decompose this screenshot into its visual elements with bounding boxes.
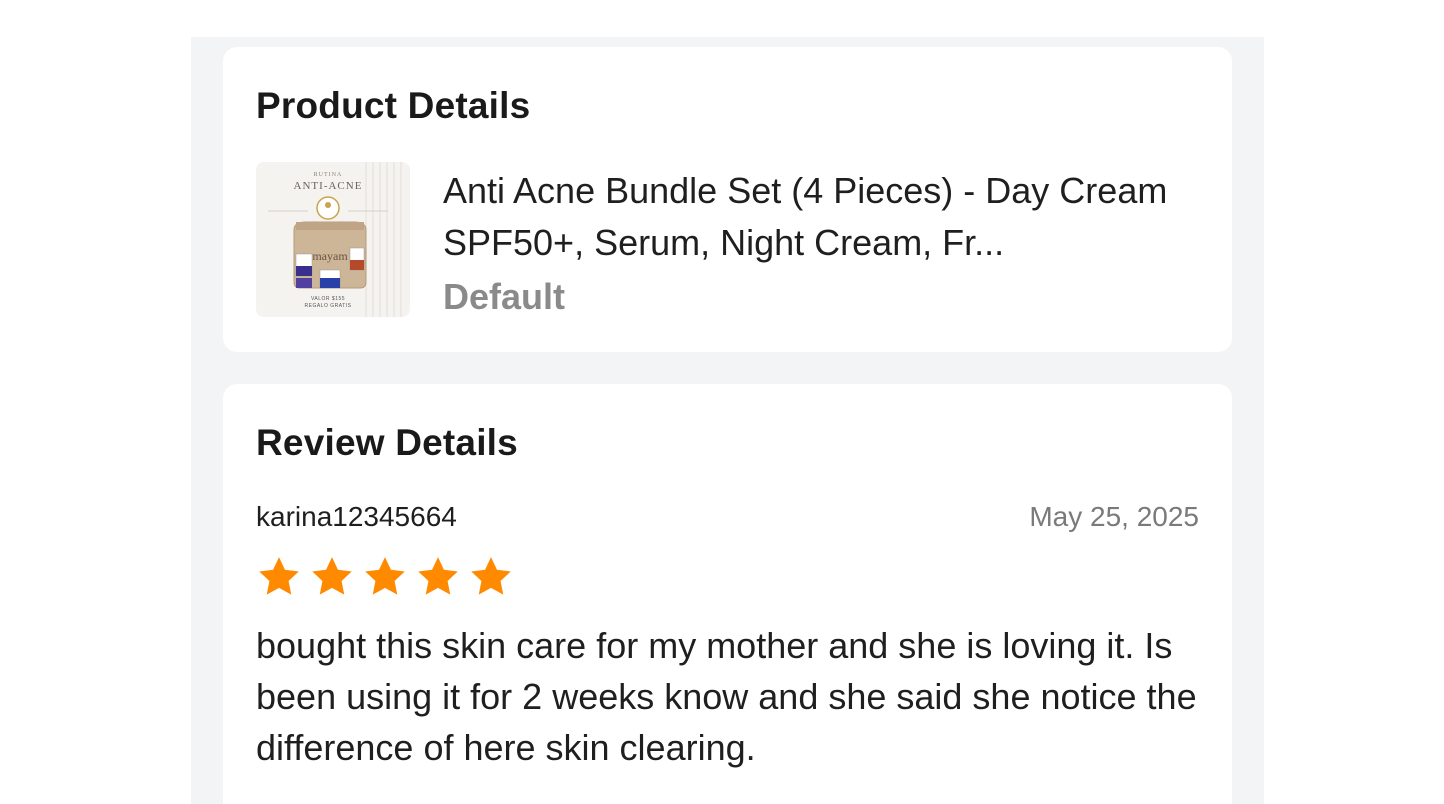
thumb-logo: mayam [312,249,348,263]
review-text: bought this skin care for my mother and … [256,625,1197,768]
thumb-footer-line1: VALOR $155 [311,296,345,302]
star-icon [309,554,355,600]
star-icon [256,554,302,600]
star-icon [468,554,514,600]
thumb-footer-line2: REGALO GRATIS [305,303,352,309]
thumb-headline: ANTI-ACNE [294,180,363,192]
review-details-title: Review Details [256,422,518,463]
product-image: RUTINA ANTI-ACNE mayam VALOR $155 REGALO… [256,162,410,317]
product-details-title: Product Details [256,85,531,126]
star-icon [362,554,408,600]
review-date: May 25, 2025 [1029,501,1199,532]
product-variant: Default [443,276,566,317]
reviewer-name: karina12345664 [256,501,457,532]
product-thumbnail[interactable]: RUTINA ANTI-ACNE mayam VALOR $155 REGALO… [256,162,410,317]
review-details-card: Review Details karina12345664 May 25, 20… [223,384,1232,804]
product-details-card: Product Details RUTINA ANTI-ACNE mayam V… [223,47,1232,352]
thumb-brand-line: RUTINA [314,172,343,178]
star-rating [256,554,514,600]
star-icon [415,554,461,600]
review-panel: Product Details RUTINA ANTI-ACNE mayam V… [191,37,1264,804]
product-name[interactable]: Anti Acne Bundle Set (4 Pieces) - Day Cr… [443,165,1203,269]
